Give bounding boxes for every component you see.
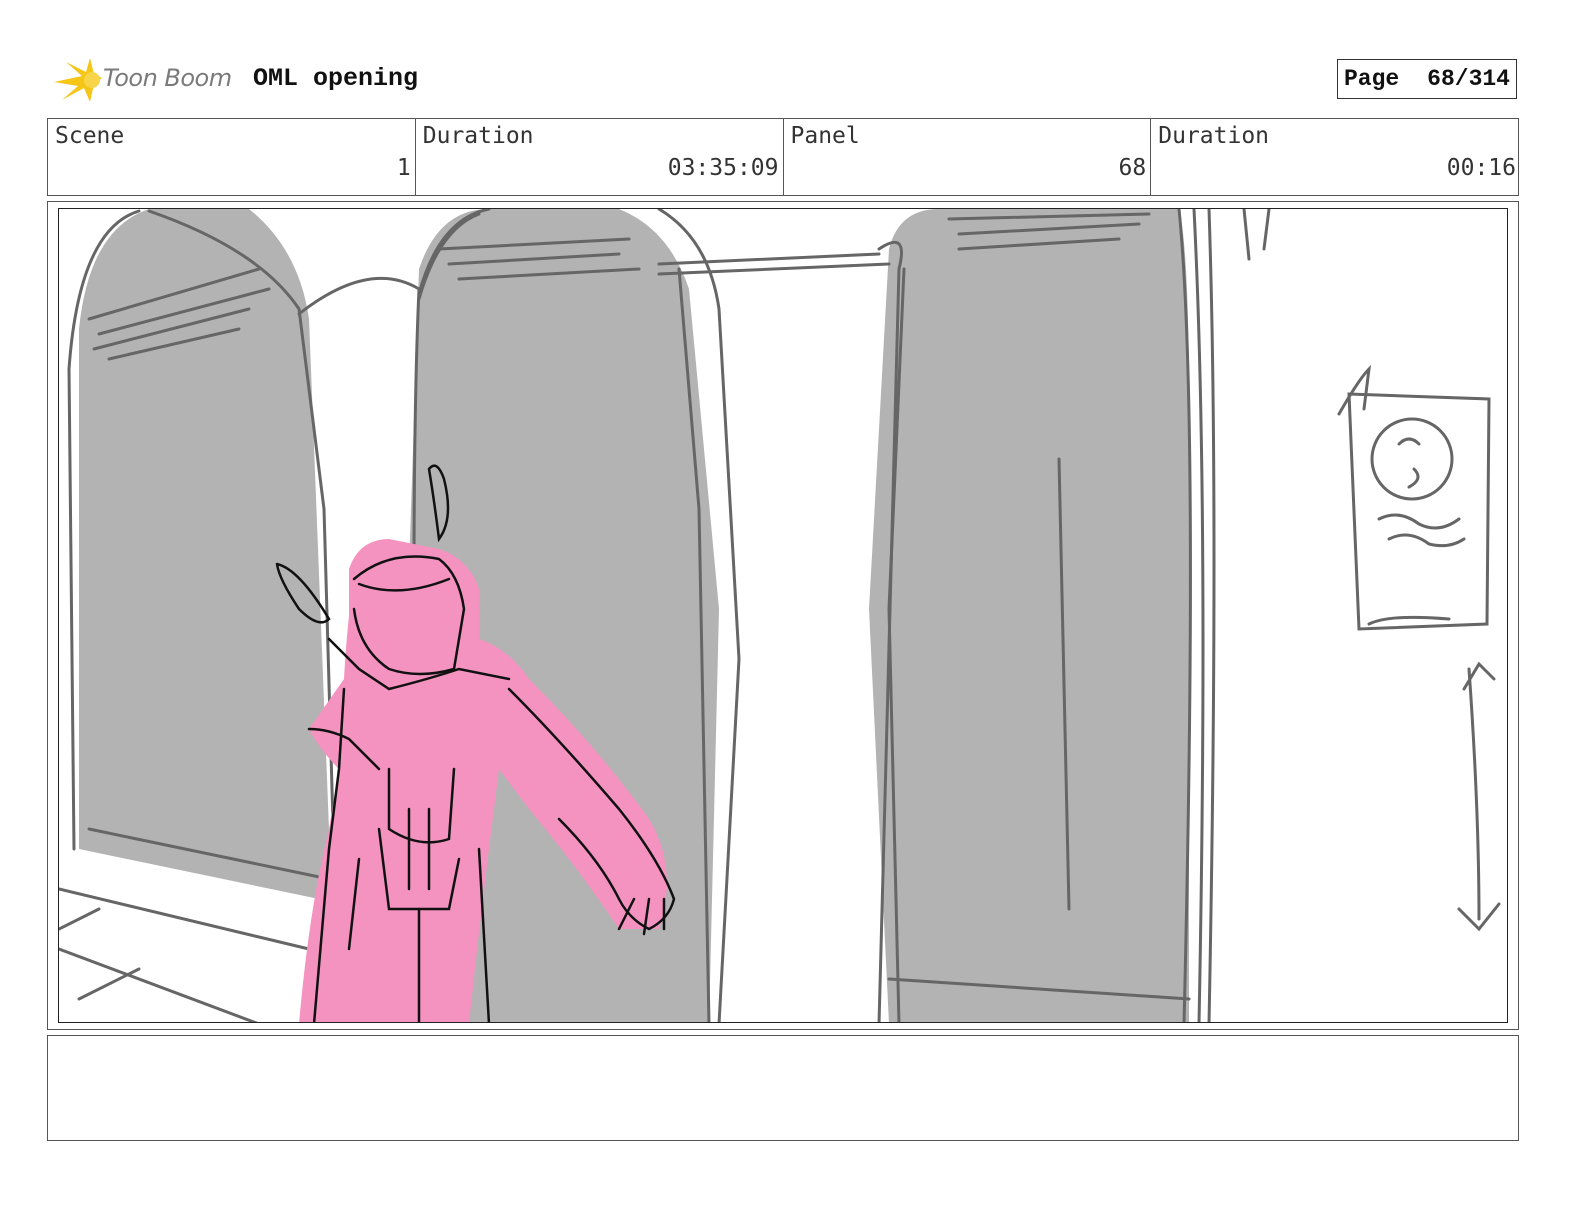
- logo-text: Toon Boom: [103, 64, 232, 92]
- scene-value: 1: [396, 155, 411, 181]
- page-label: Page: [1344, 66, 1400, 92]
- panel-value: 68: [1118, 155, 1147, 181]
- scene-duration-value: 03:35:09: [667, 155, 779, 181]
- project-title: OML opening: [253, 64, 419, 93]
- panel-cell: Panel 68: [784, 119, 1152, 195]
- scene-duration-cell: Duration 03:35:09: [416, 119, 784, 195]
- panel-info-table: Scene 1 Duration 03:35:09 Panel 68 Durat…: [47, 118, 1519, 196]
- sketch-drawing: [59, 209, 1501, 1022]
- scene-cell: Scene 1: [48, 119, 416, 195]
- storyboard-sketch: [58, 208, 1508, 1023]
- panel-label: Panel: [790, 123, 860, 149]
- starburst-icon: [54, 58, 102, 102]
- scene-label: Scene: [55, 123, 125, 149]
- page-number: 68/314: [1427, 66, 1510, 92]
- panel-duration-cell: Duration 00:16: [1151, 119, 1518, 195]
- panel-duration-label: Duration: [1158, 123, 1270, 149]
- page-indicator: Page 68/314: [1337, 59, 1517, 99]
- scene-duration-label: Duration: [422, 123, 534, 149]
- caption-box: [47, 1035, 1519, 1141]
- panel-duration-value: 00:16: [1446, 155, 1516, 181]
